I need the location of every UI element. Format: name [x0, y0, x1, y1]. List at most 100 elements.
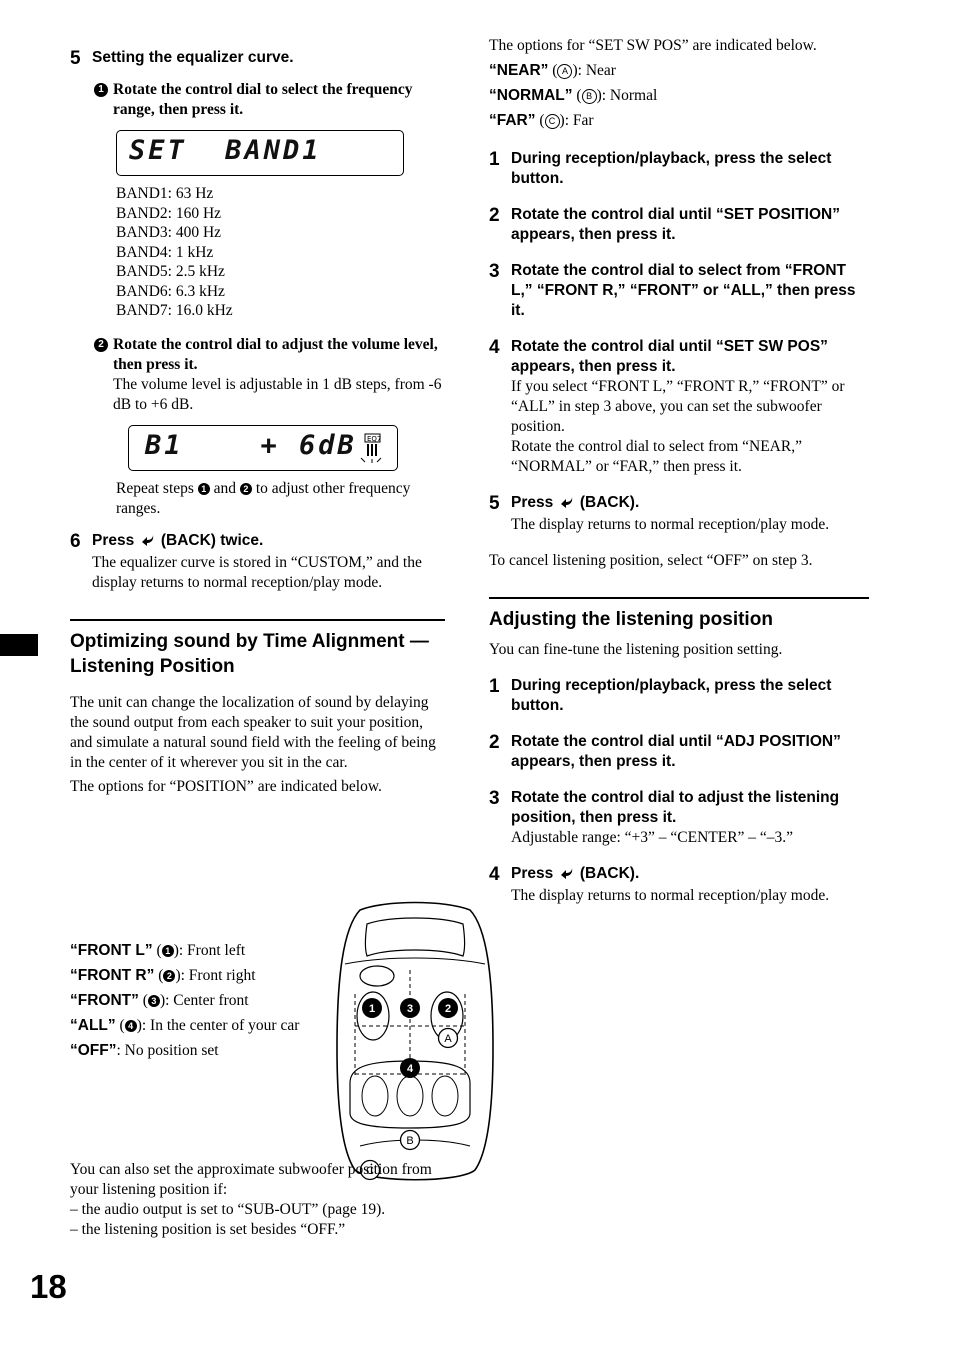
step-number: 3: [489, 261, 500, 282]
step-number: 5: [70, 48, 81, 69]
svg-text:4: 4: [407, 1063, 414, 1075]
option-label: “FRONT R”: [70, 967, 155, 984]
back-arrow-icon: [558, 494, 576, 515]
band-item: BAND7: 16.0 kHz: [116, 302, 233, 319]
subwoofer-note-line-1: You can also set the approximate subwoof…: [70, 1161, 432, 1198]
page-number: 18: [30, 1268, 67, 1305]
step-heading: During reception/playback, press the sel…: [511, 677, 832, 714]
option-desc: : Center front: [165, 992, 249, 1009]
band-item: BAND3: 400 Hz: [116, 224, 222, 241]
substep-2: 2 Rotate the control dial to adjust the …: [94, 335, 445, 415]
band-item: BAND4: 1 kHz: [116, 243, 214, 261]
option-label: “FRONT”: [70, 992, 139, 1009]
adjust-step-3: 3 Rotate the control dial to adjust the …: [489, 788, 869, 848]
option-marker: 2: [163, 970, 176, 982]
svg-text:3: 3: [407, 1003, 413, 1015]
press-label-post: (BACK).: [575, 494, 640, 511]
svg-text:2: 2: [445, 1003, 451, 1015]
step-6: 6 Press (BACK) twice. The equalizer curv…: [70, 531, 445, 593]
press-label: Press: [511, 494, 558, 511]
step-heading: Setting the equalizer curve.: [92, 49, 294, 66]
step-number: 6: [70, 530, 81, 552]
section-title-adjust-position: Adjusting the listening position: [489, 609, 773, 630]
manual-page: 5 Setting the equalizer curve. 1 Rotate …: [0, 0, 954, 1352]
option-label: “NORMAL”: [489, 87, 573, 104]
substep-heading: Rotate the control dial to select the fr…: [113, 81, 413, 118]
substep-marker-2: 2: [94, 337, 108, 352]
option-marker: 3: [147, 995, 160, 1007]
section-divider: [70, 618, 445, 621]
svg-text:B: B: [406, 1135, 413, 1147]
right-column: The options for “SET SW POS” are indicat…: [489, 36, 869, 906]
subwoofer-note-line-2: – the audio output is set to “SUB-OUT” (…: [70, 1201, 386, 1218]
step-number: 3: [489, 788, 500, 809]
option-label: “FAR”: [489, 112, 536, 129]
repeat-marker-2: 2: [239, 482, 252, 495]
adjust-step-2: 2 Rotate the control dial until “ADJ POS…: [489, 732, 869, 772]
step-heading: Rotate the control dial until “ADJ POSIT…: [511, 733, 841, 770]
option-label: “FRONT L”: [70, 942, 153, 959]
step-body-text: The display returns to normal reception/…: [511, 516, 830, 533]
option-desc: : Normal: [601, 87, 658, 104]
back-arrow-icon: [558, 865, 576, 886]
sw-pos-option: “NORMAL” (B): Normal: [489, 87, 658, 104]
substep-heading: Rotate the control dial to adjust the vo…: [113, 335, 438, 373]
section-paragraph-2: The options for “POSITION” are indicated…: [70, 777, 382, 795]
step-body-text: The display returns to normal reception/…: [511, 887, 830, 904]
option-desc: : Far: [564, 112, 594, 129]
adjust-step-4: 4 Press (BACK). The display returns to n…: [489, 864, 869, 906]
back-arrow-icon: [139, 532, 157, 553]
subwoofer-note-line-3: – the listening position is set besides …: [70, 1221, 346, 1238]
subwoofer-note-block: You can also set the approximate subwoof…: [70, 1156, 445, 1240]
option-marker: B: [581, 89, 597, 104]
car-seating-diagram: 1 3 2 A 4 B C: [315, 898, 515, 1188]
step-number: 2: [489, 732, 500, 753]
step-number: 1: [489, 149, 500, 170]
option-label: “NEAR”: [489, 62, 549, 79]
section-divider-2: [489, 597, 869, 599]
svg-text:EQ7: EQ7: [367, 435, 381, 443]
step-number: 2: [489, 205, 500, 226]
step-heading: Press (BACK).: [511, 864, 869, 886]
band-item: BAND5: 2.5 kHz: [116, 263, 225, 280]
band-item: BAND1: 63 Hz: [116, 185, 214, 202]
option-desc: : Near: [577, 62, 616, 79]
section-title-time-alignment: Optimizing sound by Time Alignment — Lis…: [70, 630, 429, 677]
car-marker-2: 2: [438, 998, 458, 1018]
press-label: Press: [92, 531, 139, 549]
repeat-marker-1: 1: [197, 482, 210, 495]
step-heading: Rotate the control dial to adjust the li…: [511, 789, 840, 826]
repeat-steps-note: Repeat steps 1 and 2 to adjust other fre…: [116, 479, 445, 519]
step-heading: Rotate the control dial to select from “…: [511, 262, 856, 319]
step-number: 1: [489, 676, 500, 697]
page-edge-marker: [0, 634, 38, 656]
sw-pos-intro: The options for “SET SW POS” are indicat…: [489, 37, 817, 54]
display-panel-band-level: B1 + 6dB EQ7: [128, 424, 398, 471]
right-step-5: 5 Press (BACK). The display returns to n…: [489, 493, 869, 535]
right-step-3: 3 Rotate the control dial to select from…: [489, 261, 869, 321]
band-item: BAND2: 160 Hz: [116, 204, 222, 222]
step-body-text: If you select “FRONT L,” “FRONT R,” “FRO…: [511, 378, 845, 475]
option-marker: 1: [161, 945, 174, 957]
car-marker-4: 4: [400, 1058, 420, 1078]
eq-indicator-icon: EQ7: [359, 432, 389, 464]
step-number: 4: [489, 864, 500, 885]
option-marker: A: [557, 64, 573, 79]
option-desc: : In the center of your car: [141, 1017, 300, 1034]
option-desc: : No position set: [116, 1042, 219, 1059]
display-panel-set-band: SET BAND1: [116, 130, 404, 176]
substep-body-text: The volume level is adjustable in 1 dB s…: [113, 375, 442, 413]
svg-text:A: A: [444, 1033, 452, 1045]
option-marker: 4: [124, 1020, 137, 1032]
right-step-4: 4 Rotate the control dial until “SET SW …: [489, 337, 869, 477]
svg-text:1: 1: [369, 1003, 375, 1015]
step-number: 5: [489, 493, 500, 514]
option-label: “OFF”: [70, 1042, 117, 1059]
section2-paragraph: You can fine-tune the listening position…: [489, 641, 783, 658]
substep-1: 1 Rotate the control dial to select the …: [94, 80, 445, 120]
car-marker-3: 3: [400, 998, 420, 1018]
option-desc: : Front left: [178, 942, 246, 959]
press-label-post: (BACK).: [575, 865, 640, 882]
car-marker-b: B: [399, 1129, 421, 1151]
step-5: 5 Setting the equalizer curve.: [70, 48, 445, 70]
